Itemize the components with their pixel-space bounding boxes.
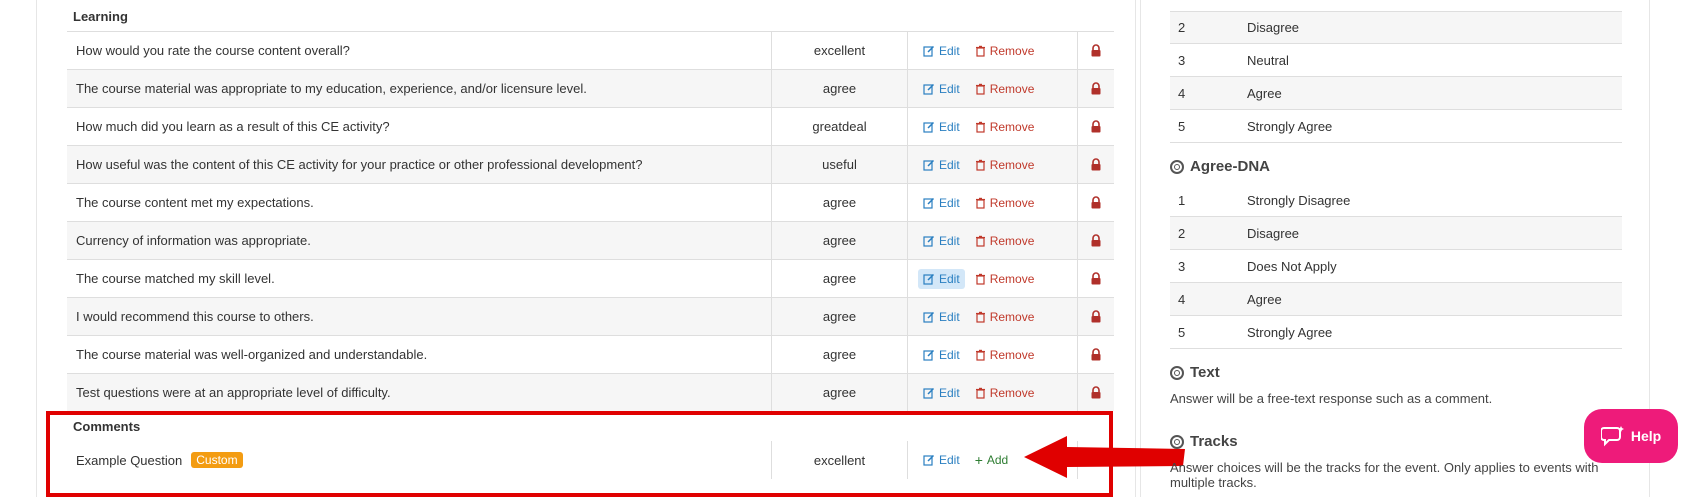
table-row: 5 Strongly Agree: [1170, 316, 1622, 349]
agree-dna-table: 1 Strongly Disagree 2 Disagree 3 Does Not A…: [1170, 184, 1622, 349]
table-row: 2 Disagree: [1170, 217, 1622, 250]
table-row: 4 Agree: [1170, 77, 1622, 110]
table-row: 5 Strongly Agree: [1170, 110, 1622, 143]
target-icon: [1170, 365, 1184, 380]
table-row: 3 Neutral: [1170, 44, 1622, 77]
table-row: 4 Agree: [1170, 283, 1622, 316]
tracks-type-title: Tracks: [1170, 433, 1238, 450]
agree-dna-title: Agree-DNA: [1170, 158, 1270, 175]
target-icon: [1170, 434, 1184, 449]
target-icon: [1170, 159, 1184, 174]
table-row: 1 Strongly Disagree: [1170, 184, 1622, 217]
text-type-title: Text: [1170, 364, 1220, 381]
table-row: 2 Disagree: [1170, 11, 1622, 44]
tracks-type-description: Answer choices will be the tracks for th…: [1170, 460, 1599, 490]
table-row: 3 Does Not Apply: [1170, 250, 1622, 283]
agree-choices-table: 2 Disagree 3 Neutral 4 Agree 5 Strongly Agre…: [1170, 11, 1622, 143]
help-button[interactable]: Help: [1584, 409, 1678, 463]
chat-bubble-icon: [1600, 426, 1624, 447]
arrow-icon: [1024, 436, 1185, 478]
text-type-description: Answer will be a free-text response such…: [1170, 391, 1493, 406]
